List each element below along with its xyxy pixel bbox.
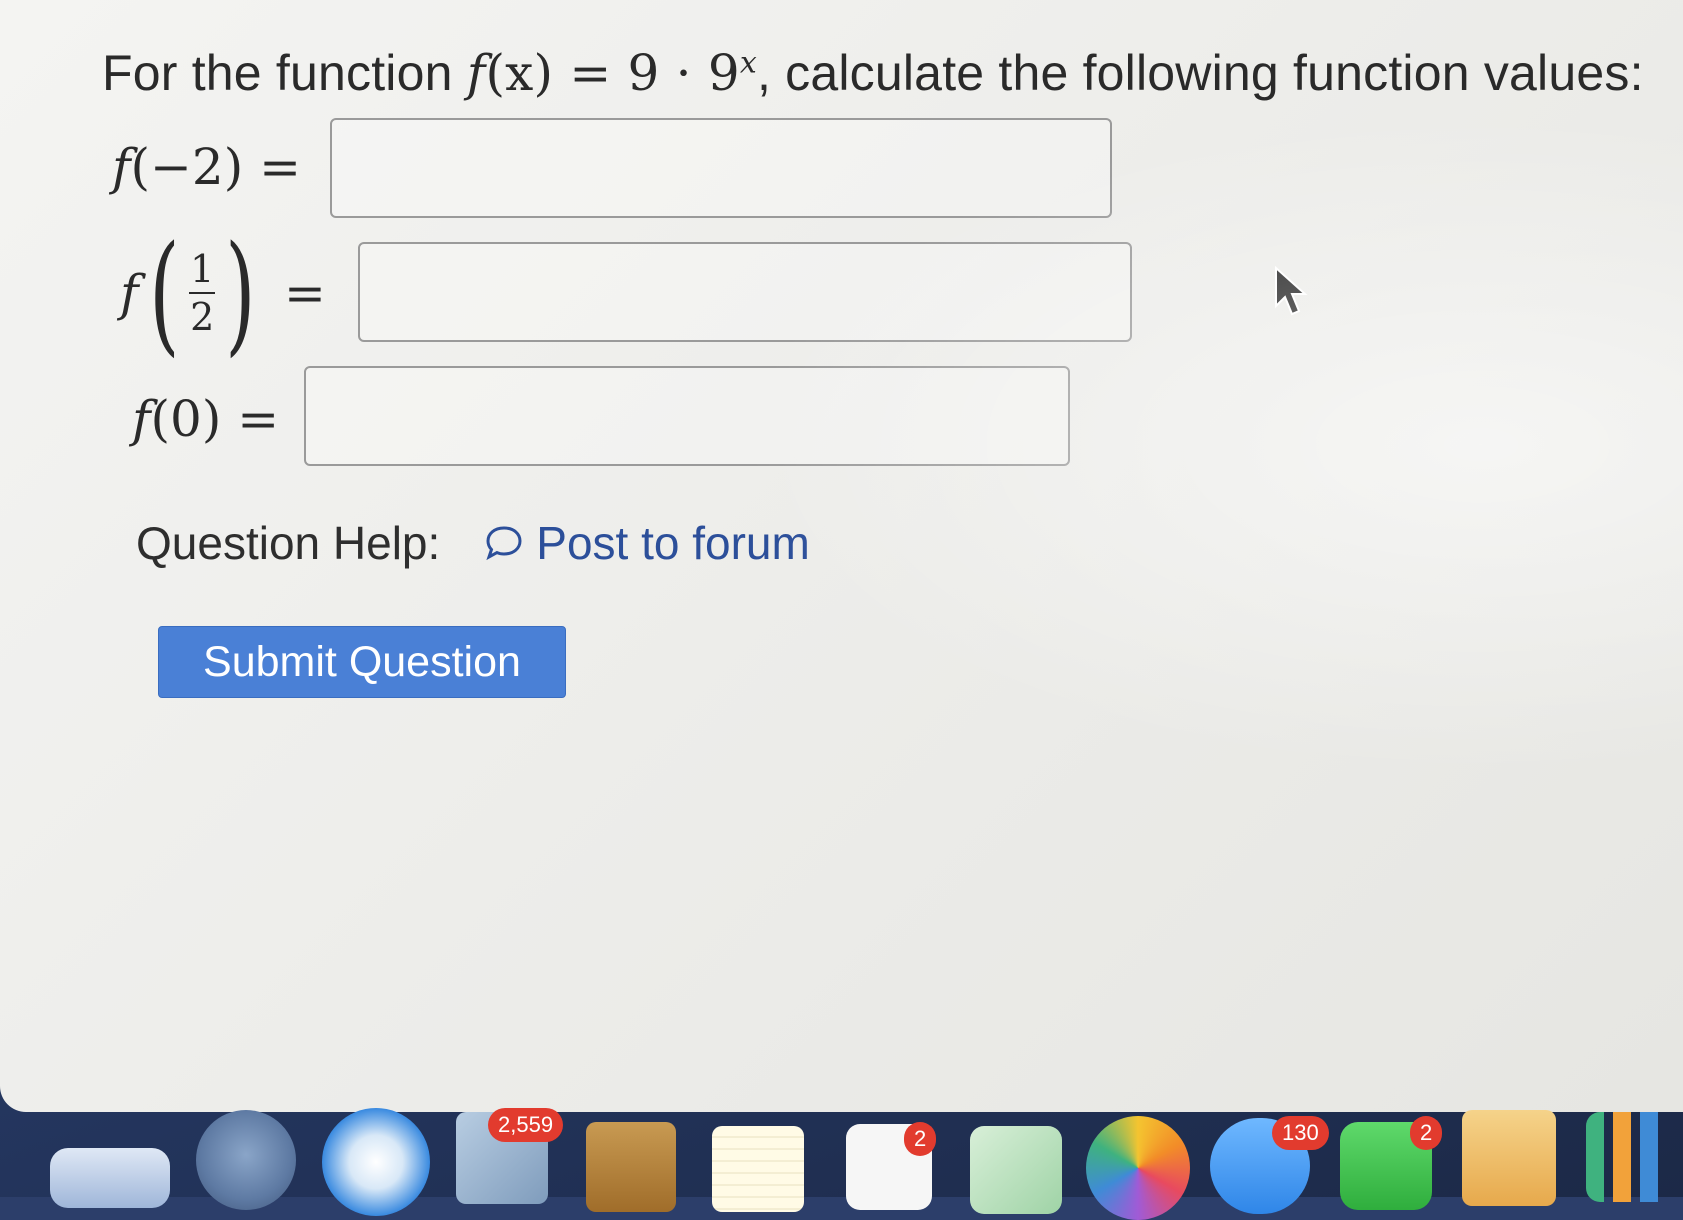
answer-row-f-neg-2: f(−2) = xyxy=(112,138,301,196)
answer-input-f-0[interactable] xyxy=(304,366,1070,466)
mail-badge: 2,559 xyxy=(488,1108,564,1142)
safari-icon[interactable] xyxy=(322,1108,430,1216)
answer-label-equals: = xyxy=(221,390,280,448)
numbers-icon[interactable] xyxy=(1586,1112,1676,1202)
answer-row-f-0: f(0) = xyxy=(132,390,279,448)
question-help-label: Question Help: xyxy=(136,517,441,569)
question-text: For the function f(x) = 9 · 9x, calculat… xyxy=(102,44,1644,102)
function-name: f xyxy=(466,44,486,102)
answer-label-arg: (−2) xyxy=(130,138,244,196)
launchpad-icon[interactable] xyxy=(196,1110,296,1210)
reminders-badge: 2 xyxy=(904,1122,937,1156)
messages-badge: 130 xyxy=(1272,1116,1329,1150)
answer-row-f-half: f ( 1 2 ) = xyxy=(120,228,326,358)
function-expression: = 9 · 9 xyxy=(553,44,740,102)
fraction-denominator: 2 xyxy=(190,295,215,339)
post-to-forum-link[interactable]: Post to forum xyxy=(484,516,810,570)
fraction: 1 2 xyxy=(189,247,216,339)
mouse-pointer-icon xyxy=(1275,266,1308,316)
answer-label-func: f xyxy=(120,264,139,322)
left-paren: ( xyxy=(148,217,180,369)
pages-icon[interactable] xyxy=(1462,1110,1556,1206)
answer-input-f-half[interactable] xyxy=(358,242,1132,342)
answer-label-equals: = xyxy=(243,138,302,196)
maps-icon[interactable] xyxy=(970,1126,1062,1214)
browser-page: For the function f(x) = 9 · 9x, calculat… xyxy=(0,0,1683,1112)
photos-icon[interactable] xyxy=(1086,1116,1190,1220)
answer-label-equals: = xyxy=(283,264,326,322)
speech-bubble-icon xyxy=(486,526,522,561)
answer-label-func: f xyxy=(132,390,151,448)
answer-label-arg: (0) xyxy=(150,390,222,448)
finder-icon[interactable] xyxy=(50,1148,170,1208)
function-arg: (x) xyxy=(485,44,554,102)
notes-icon[interactable] xyxy=(712,1126,804,1212)
post-to-forum-label: Post to forum xyxy=(536,517,810,569)
fraction-numerator: 1 xyxy=(190,247,215,291)
answer-label-func: f xyxy=(112,138,131,196)
question-suffix: , calculate the following function value… xyxy=(756,45,1644,101)
submit-question-button[interactable]: Submit Question xyxy=(158,626,566,698)
fraction-bar xyxy=(189,292,216,294)
right-paren: ) xyxy=(225,217,256,369)
function-exponent: x xyxy=(739,45,757,81)
question-prefix: For the function xyxy=(102,45,467,101)
answer-input-f-neg-2[interactable] xyxy=(330,118,1112,218)
contacts-icon[interactable] xyxy=(586,1122,676,1212)
facetime-badge: 2 xyxy=(1410,1116,1443,1150)
question-help: Question Help: Post to forum xyxy=(136,516,810,570)
